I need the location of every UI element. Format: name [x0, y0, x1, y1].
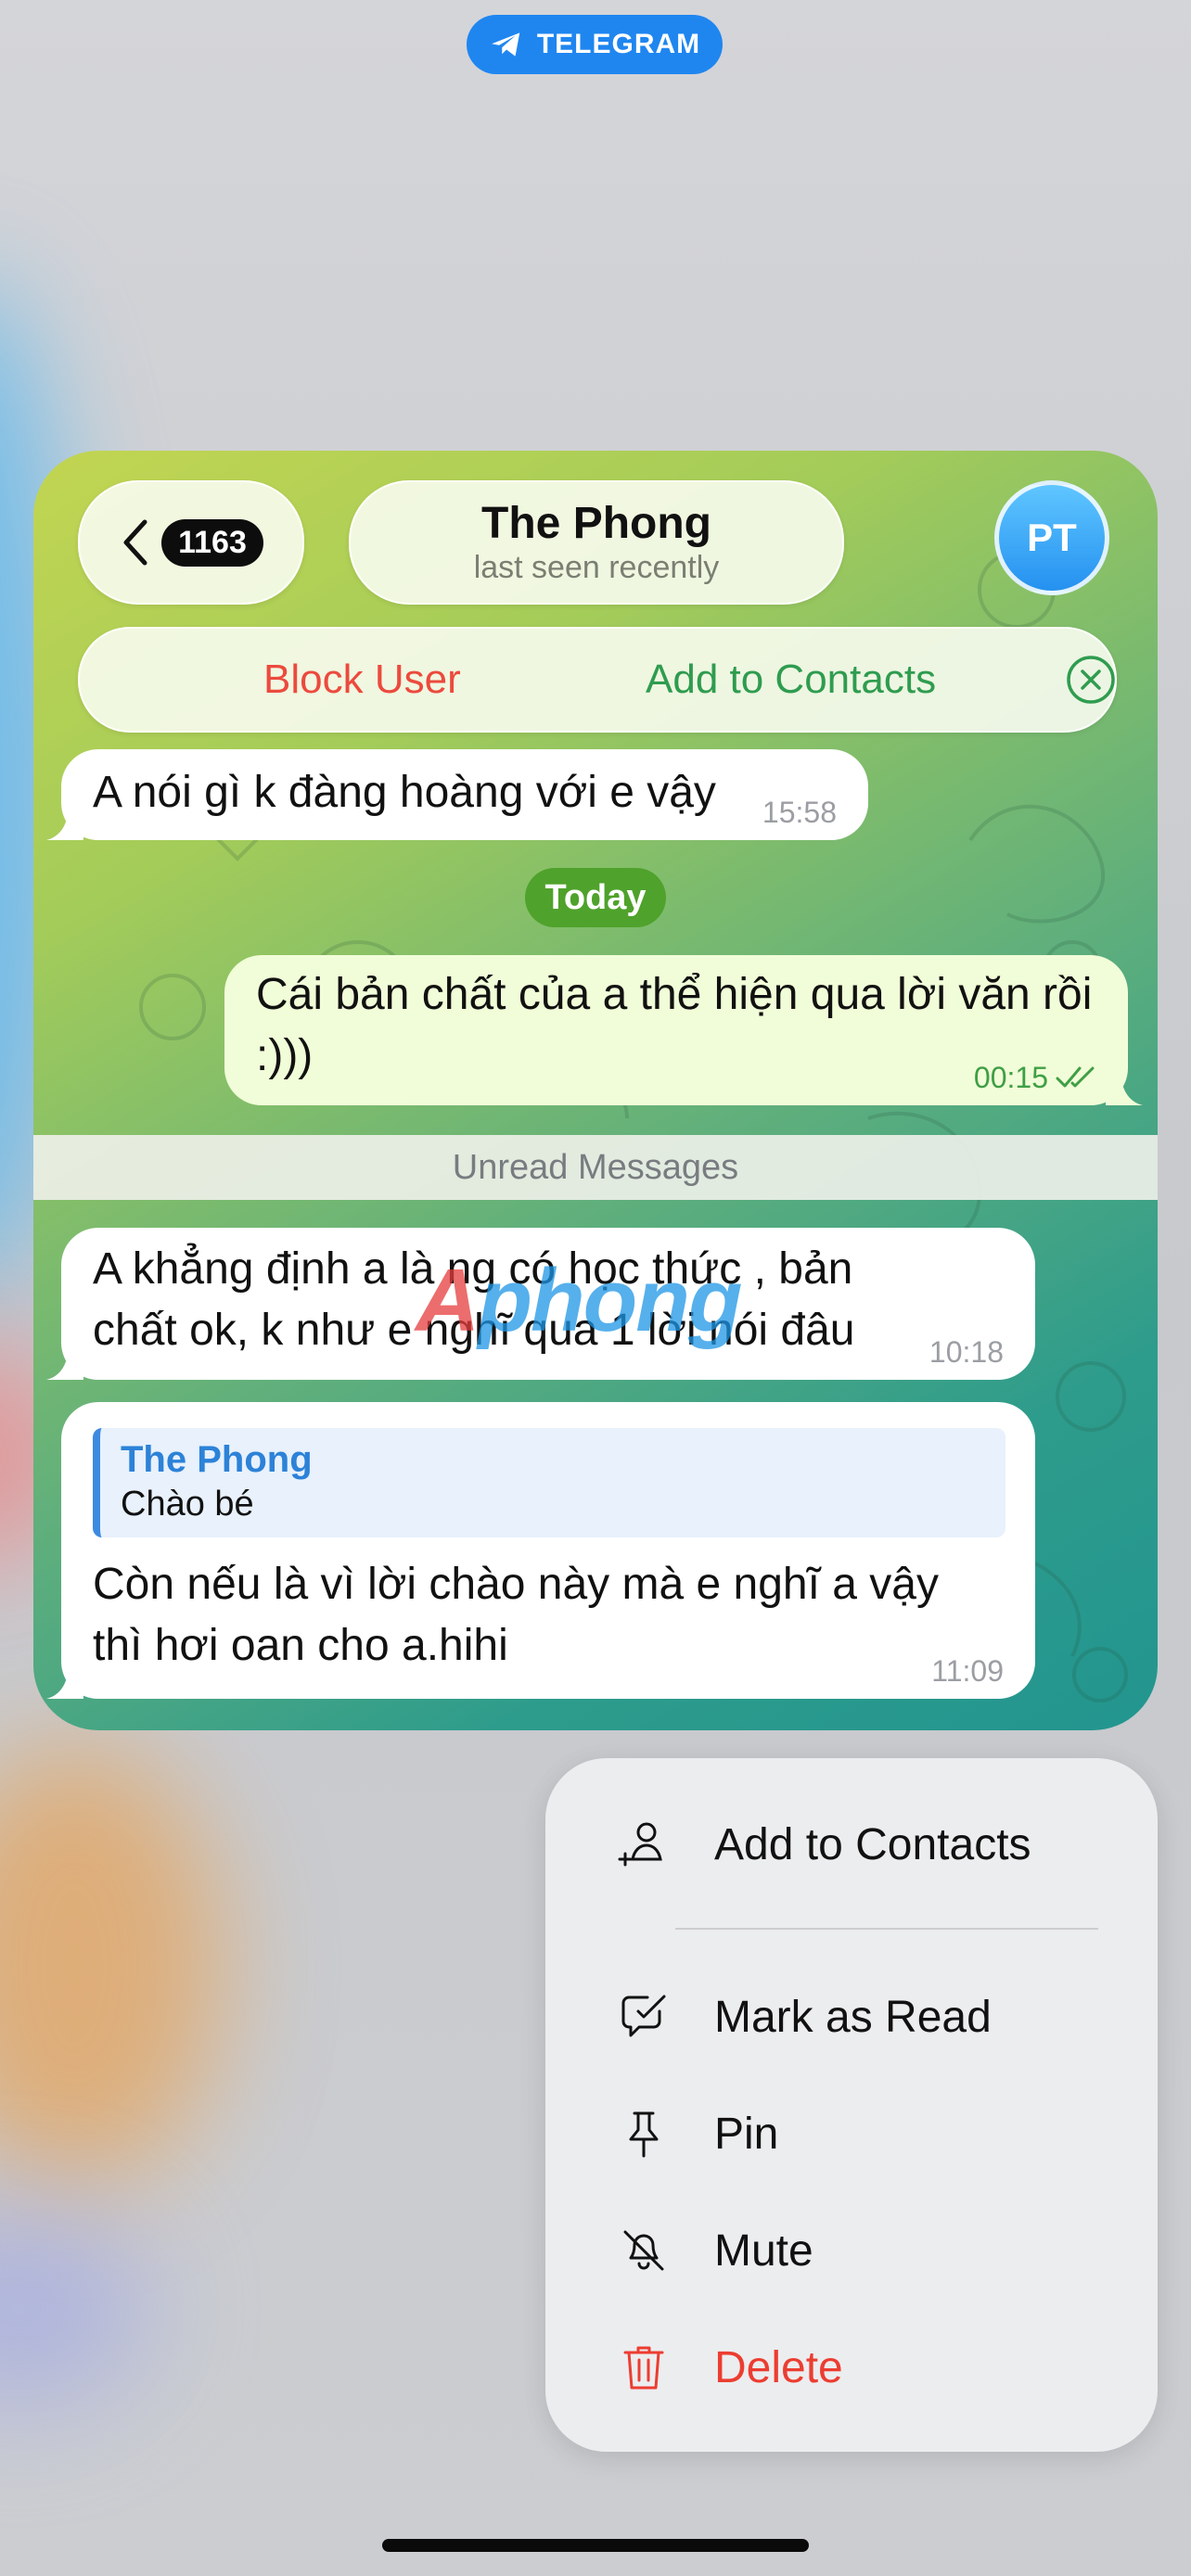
- trash-icon: [623, 2346, 664, 2390]
- menu-item-pin[interactable]: Pin: [545, 2083, 1158, 2185]
- menu-item-label: Mark as Read: [714, 1992, 992, 2042]
- message-time-status: 00:15: [974, 1063, 1096, 1092]
- menu-item-label: Mute: [714, 2225, 813, 2276]
- app-badge-label: TELEGRAM: [536, 29, 701, 59]
- pin-icon: [629, 2111, 659, 2158]
- message-text: Còn nếu là vì lời chào này mà e nghĩ a v…: [93, 1560, 939, 1670]
- menu-item-mark-as-read[interactable]: Mark as Read: [545, 1966, 1158, 2068]
- app-badge: TELEGRAM: [467, 15, 723, 74]
- menu-item-label: Pin: [714, 2109, 779, 2159]
- watermark-logo: Aphong: [416, 1251, 743, 1350]
- add-to-contacts-button[interactable]: Add to Contacts: [646, 657, 936, 703]
- double-check-icon: [1056, 1066, 1095, 1088]
- message-incoming[interactable]: A nói gì k đàng hoàng với e vậy 15:58: [46, 749, 868, 840]
- message-incoming-reply[interactable]: The Phong Chào bé Còn nếu là vì lời chào…: [46, 1402, 1035, 1699]
- message-time: 15:58: [762, 796, 837, 829]
- chat-check-icon: [621, 1995, 666, 2037]
- unread-count-badge: 1163: [161, 518, 263, 567]
- menu-item-add-to-contacts[interactable]: Add to Contacts: [545, 1793, 1158, 1895]
- contact-status: last seen recently: [473, 550, 720, 585]
- back-button[interactable]: 1163: [78, 480, 304, 605]
- message-outgoing[interactable]: Cái bản chất của a thể hiện qua lời văn …: [224, 955, 1143, 1105]
- chat-preview-card[interactable]: 1163 The Phong last seen recently PT Blo…: [33, 451, 1158, 1730]
- reply-text: Chào bé: [121, 1485, 254, 1524]
- close-circle-icon[interactable]: [1065, 654, 1117, 706]
- menu-item-label: Add to Contacts: [714, 1819, 1031, 1869]
- action-bar: Block User Add to Contacts: [78, 627, 1117, 733]
- home-indicator[interactable]: [382, 2539, 809, 2552]
- menu-divider: [675, 1928, 1098, 1930]
- context-menu: Add to Contacts Mark as Read Pin Mute De…: [545, 1758, 1158, 2452]
- contact-name: The Phong: [481, 499, 711, 548]
- avatar[interactable]: PT: [994, 480, 1109, 595]
- reply-author: The Phong: [121, 1439, 313, 1480]
- chevron-left-icon: [123, 519, 147, 566]
- message-time: 11:09: [931, 1654, 1004, 1688]
- date-divider: Today: [525, 868, 666, 927]
- unread-messages-divider: Unread Messages: [33, 1135, 1158, 1200]
- message-text: A nói gì k đàng hoàng với e vậy: [93, 768, 716, 817]
- chat-title[interactable]: The Phong last seen recently: [349, 480, 844, 605]
- add-person-icon: [618, 1822, 662, 1867]
- menu-item-label: Delete: [714, 2342, 843, 2392]
- telegram-plane-icon: [491, 32, 520, 57]
- message-time: 10:18: [928, 1335, 1004, 1369]
- reply-quote[interactable]: The Phong Chào bé: [93, 1428, 1005, 1537]
- bell-slash-icon: [623, 2230, 664, 2271]
- menu-item-delete[interactable]: Delete: [545, 2316, 1158, 2418]
- menu-item-mute[interactable]: Mute: [545, 2200, 1158, 2302]
- block-user-button[interactable]: Block User: [263, 657, 461, 703]
